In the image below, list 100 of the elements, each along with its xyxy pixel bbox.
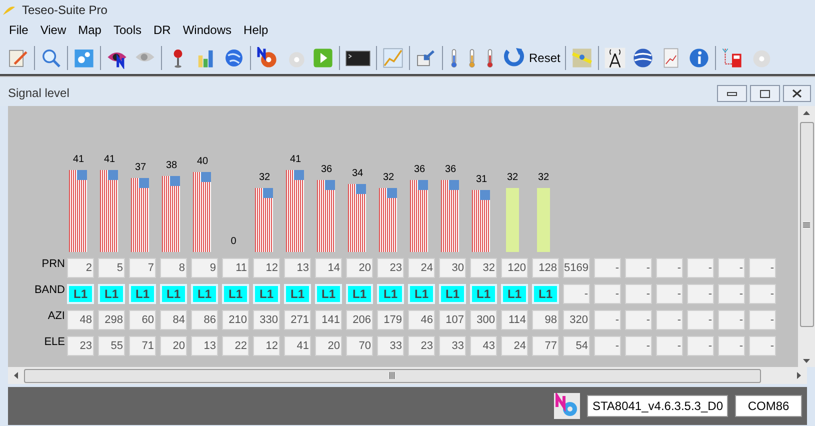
signal-value: 41 xyxy=(72,154,86,166)
band-cell: L1 xyxy=(98,284,125,304)
menu-item[interactable]: Windows xyxy=(176,21,238,39)
azimuth-cell: 86 xyxy=(191,310,218,330)
band-cell: L1 xyxy=(284,284,311,304)
azimuth-cell: - xyxy=(718,310,745,330)
menu-item[interactable]: View xyxy=(34,21,72,39)
elevation-cell: - xyxy=(749,336,776,356)
prn-cell: 7 xyxy=(129,258,156,278)
band-cell: L1 xyxy=(222,284,249,304)
row-label: AZI xyxy=(48,310,65,324)
prn-cell: 13 xyxy=(284,258,311,278)
elevation-cell: - xyxy=(718,336,745,356)
signal-value: 37 xyxy=(134,162,148,174)
menu-item[interactable]: Tools xyxy=(107,21,148,39)
prn-cell: - xyxy=(625,258,652,278)
elevation-cell: - xyxy=(625,336,652,356)
prn-cell: - xyxy=(656,258,683,278)
azimuth-cell: 330 xyxy=(253,310,280,330)
prn-cell: 120 xyxy=(501,258,528,278)
prn-cell: 5 xyxy=(98,258,125,278)
elevation-cell: 24 xyxy=(501,336,528,356)
row-label: PRN xyxy=(42,258,65,272)
reset-button[interactable]: Reset xyxy=(499,46,564,70)
azimuth-cell: 298 xyxy=(98,310,125,330)
prn-cell: 8 xyxy=(160,258,187,278)
azimuth-cell: 210 xyxy=(222,310,249,330)
azimuth-cell: - xyxy=(625,310,652,330)
band-cell: - xyxy=(563,284,590,304)
prn-cell: 23 xyxy=(377,258,404,278)
azimuth-cell: 46 xyxy=(408,310,435,330)
signal-value: 40 xyxy=(196,156,210,168)
signal-value: 36 xyxy=(444,164,458,176)
signal-value: 32 xyxy=(506,172,520,184)
elevation-cell: 77 xyxy=(532,336,559,356)
elevation-cell: 33 xyxy=(439,336,466,356)
signal-value: 32 xyxy=(536,172,550,184)
firmware-version: STA8041_v4.6.3.5.3_D0 xyxy=(587,395,728,417)
prn-cell: - xyxy=(687,258,714,278)
prn-cell: 11 xyxy=(222,258,249,278)
signal-value: 32 xyxy=(382,172,396,184)
azimuth-cell: 98 xyxy=(532,310,559,330)
azimuth-cell: 206 xyxy=(346,310,373,330)
azimuth-cell: 84 xyxy=(160,310,187,330)
band-cell: - xyxy=(749,284,776,304)
elevation-cell: 70 xyxy=(346,336,373,356)
elevation-cell: 41 xyxy=(284,336,311,356)
band-cell: L1 xyxy=(346,284,373,304)
azimuth-cell: 60 xyxy=(129,310,156,330)
signal-value: 0 xyxy=(230,236,238,248)
signal-value: 41 xyxy=(288,154,302,166)
row-label: ELE xyxy=(44,336,65,350)
menu-item[interactable]: Help xyxy=(238,21,274,39)
elevation-cell: 71 xyxy=(129,336,156,356)
menu-item[interactable]: File xyxy=(3,21,34,39)
prn-cell: 128 xyxy=(532,258,559,278)
azimuth-cell: - xyxy=(594,310,621,330)
prn-cell: 32 xyxy=(470,258,497,278)
prn-cell: - xyxy=(749,258,776,278)
prn-cell: 24 xyxy=(408,258,435,278)
azimuth-cell: - xyxy=(656,310,683,330)
prn-cell: 20 xyxy=(346,258,373,278)
band-cell: L1 xyxy=(160,284,187,304)
elevation-cell: - xyxy=(687,336,714,356)
elevation-cell: 12 xyxy=(253,336,280,356)
band-cell: L1 xyxy=(253,284,280,304)
menu-item[interactable]: Map xyxy=(72,21,108,39)
elevation-cell: 55 xyxy=(98,336,125,356)
panel-title: Signal level xyxy=(8,85,70,102)
band-cell: L1 xyxy=(470,284,497,304)
azimuth-cell: 107 xyxy=(439,310,466,330)
signal-value: 36 xyxy=(412,164,426,176)
signal-value: 34 xyxy=(350,168,364,180)
band-cell: L1 xyxy=(501,284,528,304)
elevation-cell: 23 xyxy=(67,336,94,356)
elevation-cell: 33 xyxy=(377,336,404,356)
prn-cell: 5169 xyxy=(563,258,590,278)
azimuth-cell: 114 xyxy=(501,310,528,330)
elevation-cell: 43 xyxy=(470,336,497,356)
signal-value: 32 xyxy=(258,172,272,184)
prn-cell: 30 xyxy=(439,258,466,278)
band-cell: L1 xyxy=(532,284,559,304)
menu-item[interactable]: DR xyxy=(148,21,177,39)
row-label: BAND xyxy=(34,284,65,298)
band-cell: L1 xyxy=(191,284,218,304)
elevation-cell: 13 xyxy=(191,336,218,356)
band-cell: L1 xyxy=(129,284,156,304)
azimuth-cell: 271 xyxy=(284,310,311,330)
window-title: Teseo-Suite Pro xyxy=(22,2,108,18)
prn-cell: 9 xyxy=(191,258,218,278)
band-cell: - xyxy=(656,284,683,304)
elevation-cell: 22 xyxy=(222,336,249,356)
prn-cell: 2 xyxy=(67,258,94,278)
azimuth-cell: 48 xyxy=(67,310,94,330)
azimuth-cell: 141 xyxy=(315,310,342,330)
elevation-cell: 54 xyxy=(563,336,590,356)
prn-cell: - xyxy=(718,258,745,278)
elevation-cell: 23 xyxy=(408,336,435,356)
band-cell: L1 xyxy=(439,284,466,304)
prn-cell: - xyxy=(594,258,621,278)
